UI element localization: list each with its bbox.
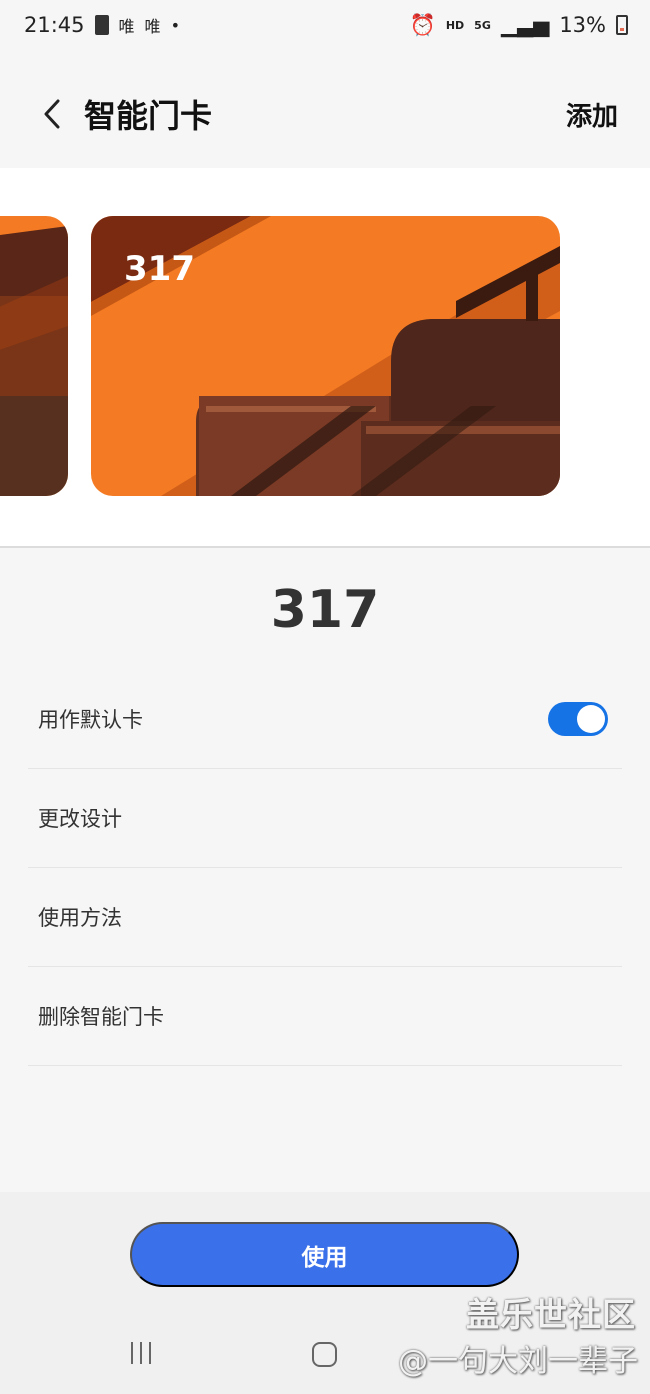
recent-apps-bar-3	[149, 1342, 151, 1364]
status-time: 21:45	[24, 13, 85, 37]
notification-dot: •	[170, 15, 180, 35]
change-design-row[interactable]: 更改设计	[28, 769, 622, 868]
delete-card-label: 删除智能门卡	[38, 1005, 164, 1029]
alarm-icon: ⏰	[409, 12, 436, 37]
card-number-label: 317	[124, 249, 195, 289]
hd-label: HD	[445, 18, 465, 32]
signal-icon: ▁▃▅	[500, 13, 550, 37]
battery-percent: 13%	[559, 13, 606, 37]
recent-apps-button[interactable]	[130, 1341, 155, 1366]
main-card[interactable]: 317	[91, 216, 560, 496]
status-bar: 21:45 唯 唯 • ⏰ HD 5G ▁▃▅ 13%	[0, 0, 650, 50]
change-design-label: 更改设计	[38, 807, 122, 831]
add-button[interactable]: 添加	[566, 96, 618, 133]
watermark-user: @一句大刘一辈子	[398, 1344, 638, 1379]
divider	[0, 546, 650, 548]
carrier-label-2: 唯	[144, 17, 161, 36]
card-carousel[interactable]: 317	[0, 168, 650, 546]
default-card-label: 用作默认卡	[38, 708, 143, 732]
delete-card-row[interactable]: 删除智能门卡	[28, 967, 622, 1066]
selected-card-name: 317	[270, 580, 380, 640]
toggle-knob	[577, 705, 605, 733]
how-to-use-label: 使用方法	[38, 906, 122, 930]
chevron-left-icon	[44, 99, 60, 129]
recent-apps-bar-1	[131, 1342, 133, 1364]
page-title: 智能门卡	[84, 97, 213, 135]
status-left: 21:45 唯 唯 •	[24, 13, 180, 37]
battery-icon	[616, 15, 628, 35]
use-button[interactable]: 使用	[130, 1222, 519, 1287]
how-to-use-row[interactable]: 使用方法	[28, 868, 622, 967]
top-app-bar: 智能门卡 添加	[0, 60, 650, 168]
default-card-row[interactable]: 用作默认卡	[28, 670, 622, 769]
network-label: 5G	[474, 18, 491, 32]
settings-list: 用作默认卡 更改设计 使用方法 删除智能门卡	[28, 670, 622, 1066]
home-button[interactable]	[312, 1342, 337, 1367]
card-art-previous	[0, 216, 68, 496]
recent-apps-bar-2	[140, 1342, 142, 1364]
status-right: ⏰ HD 5G ▁▃▅ 13%	[410, 13, 628, 38]
notification-icon	[94, 15, 109, 35]
carrier-label-1: 唯	[118, 17, 135, 36]
back-button[interactable]	[34, 96, 70, 132]
default-card-toggle[interactable]	[548, 702, 608, 736]
previous-card[interactable]	[0, 216, 68, 496]
watermark-site: 盖乐世社区	[466, 1295, 636, 1334]
